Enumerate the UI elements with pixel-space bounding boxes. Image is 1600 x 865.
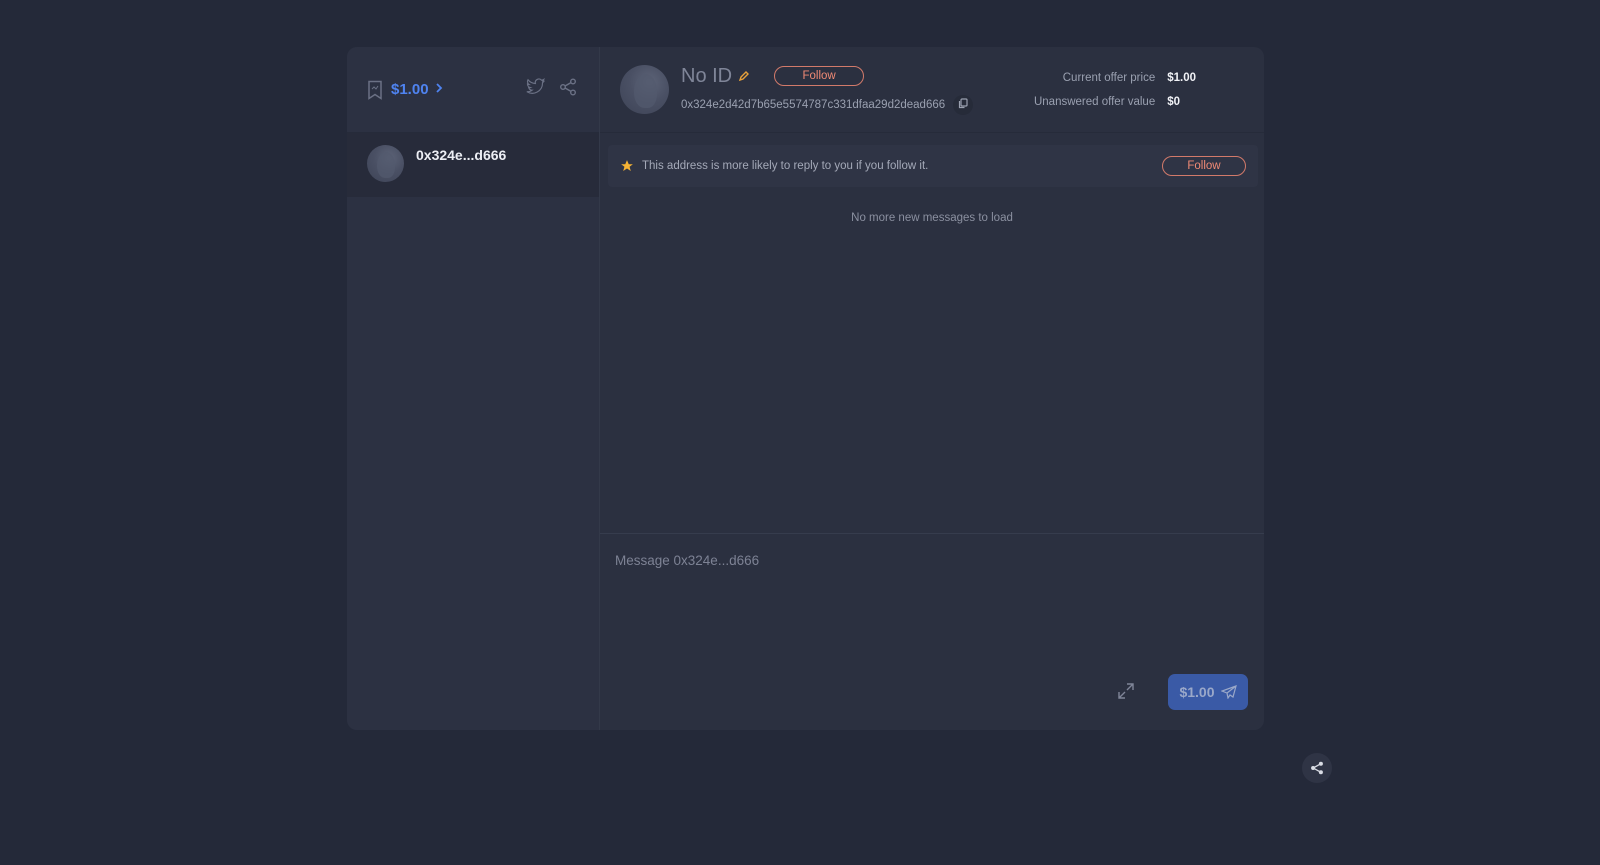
expand-icon — [1117, 682, 1135, 705]
balance-link[interactable]: $1.00 — [391, 81, 443, 98]
share-icon — [559, 78, 577, 101]
offer-stats: Current offer price $1.00 Unanswered off… — [1034, 72, 1196, 108]
edit-pencil-icon[interactable] — [738, 70, 750, 82]
share-button[interactable] — [555, 77, 581, 103]
conversation-header: No ID Follow 0x324e2d42d7b65e5574787c331… — [600, 47, 1264, 133]
conversation-item[interactable]: 0x324e...d666 — [347, 133, 599, 197]
chat-window: $1.00 0x324e...d666 No ID Follow 0x324e2… — [347, 47, 1264, 730]
conversation-panel: No ID Follow 0x324e2d42d7b65e5574787c331… — [600, 47, 1264, 730]
share-icon — [1310, 761, 1324, 775]
copy-icon — [958, 96, 968, 114]
no-more-messages-text: No more new messages to load — [851, 212, 1013, 224]
balance-value: $1.00 — [391, 81, 429, 98]
sidebar: $1.00 0x324e...d666 — [347, 47, 600, 730]
expand-button[interactable] — [1114, 681, 1138, 705]
twitter-button[interactable] — [523, 77, 549, 103]
message-composer: $1.00 — [600, 533, 1264, 730]
send-price: $1.00 — [1179, 684, 1215, 700]
sidebar-header: $1.00 — [347, 47, 599, 133]
unanswered-offer-value-label: Unanswered offer value — [1033, 95, 1156, 108]
wallet-address: 0x324e2d42d7b65e5574787c331dfaa29d2dead6… — [681, 98, 946, 111]
message-list: This address is more likely to reply to … — [600, 133, 1264, 533]
profile-avatar — [620, 65, 669, 114]
floating-share-button[interactable] — [1302, 753, 1332, 783]
copy-address-button[interactable] — [953, 94, 974, 115]
send-button[interactable]: $1.00 — [1168, 674, 1248, 710]
profile-name: No ID — [681, 64, 733, 87]
message-input[interactable] — [600, 534, 1264, 664]
banner-follow-button[interactable]: Follow — [1162, 156, 1246, 176]
unanswered-offer-value-value: $0 — [1167, 95, 1181, 108]
current-offer-price-value: $1.00 — [1167, 71, 1196, 84]
star-icon — [620, 159, 634, 173]
avatar — [367, 145, 404, 182]
send-icon — [1220, 685, 1237, 699]
twitter-icon — [526, 78, 546, 101]
current-offer-price-label: Current offer price — [1062, 71, 1156, 84]
bookmark-icon[interactable] — [367, 80, 383, 100]
follow-button[interactable]: Follow — [774, 66, 865, 86]
follow-suggestion-banner: This address is more likely to reply to … — [608, 145, 1258, 187]
chevron-right-icon — [435, 81, 443, 98]
conversation-name: 0x324e...d666 — [416, 147, 507, 163]
banner-text: This address is more likely to reply to … — [642, 160, 929, 172]
